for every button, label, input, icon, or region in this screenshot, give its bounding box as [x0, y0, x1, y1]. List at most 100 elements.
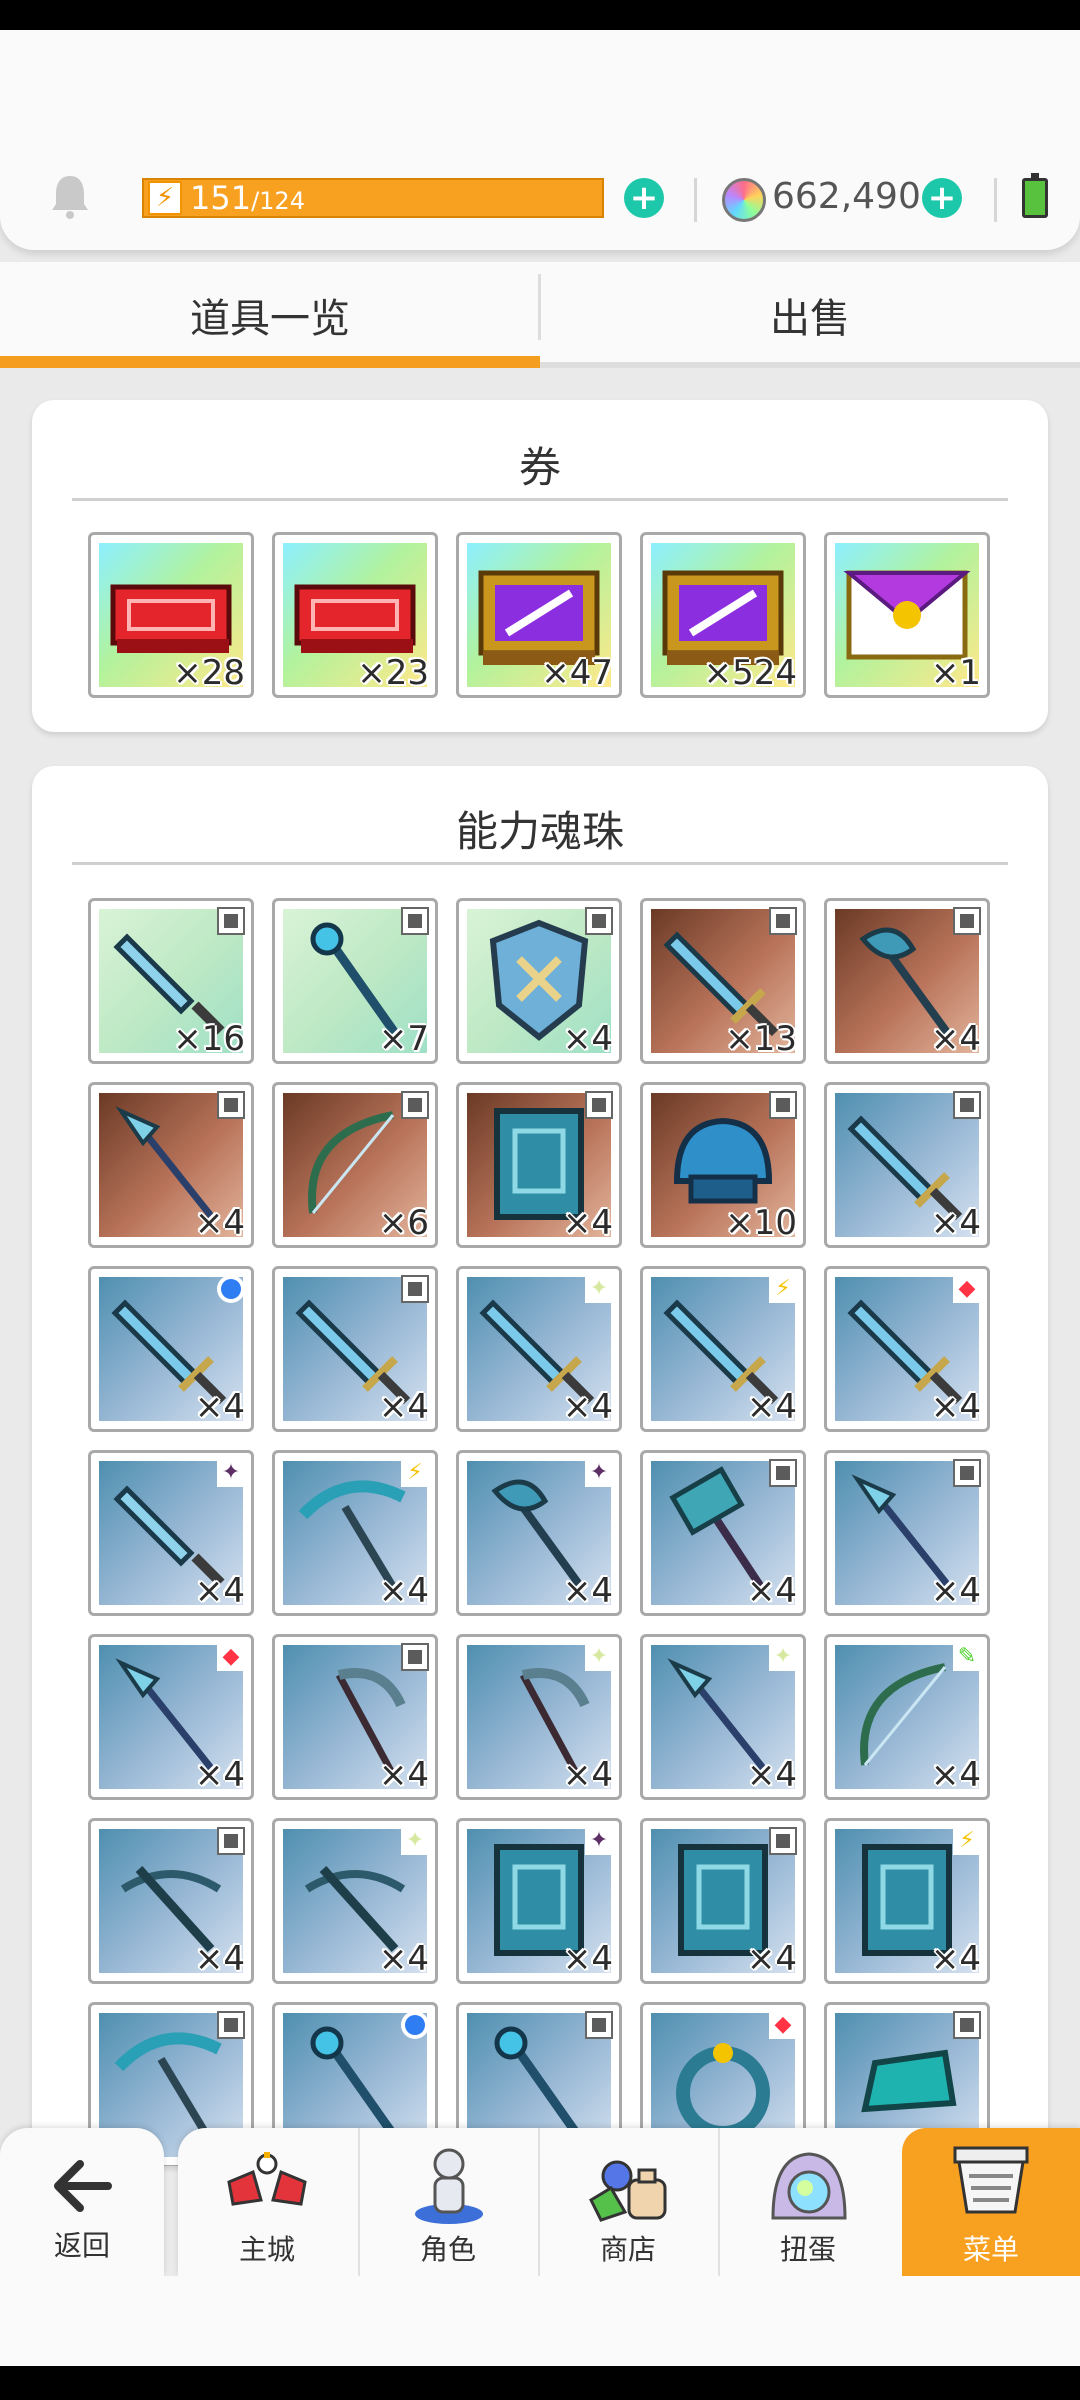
section-title: 券 — [518, 443, 561, 492]
bottom-navigation: 返回 主城 角色 商店 扭蛋 菜单 — [0, 2124, 1080, 2276]
nav-gacha-label: 扭蛋 — [779, 2233, 836, 2266]
item-slot[interactable]: ×4 — [272, 1634, 438, 1800]
tab-bar: 道具一览 出售 — [0, 262, 1080, 368]
divider — [994, 178, 997, 222]
item-slot[interactable]: ×4 — [88, 1266, 254, 1432]
item-slot[interactable]: ✦ ×4 — [456, 1266, 622, 1432]
item-slot[interactable]: ×47 — [456, 532, 622, 698]
item-slot[interactable]: ⚡ ×4 — [824, 1818, 990, 1984]
light-rank-icon: ✦ — [401, 1827, 429, 1855]
item-quantity: ×4 — [194, 1203, 245, 1243]
item-slot[interactable]: ✦ ×4 — [456, 1818, 622, 1984]
item-slot[interactable]: ×4 — [640, 1450, 806, 1616]
item-slot[interactable]: ×6 — [272, 1082, 438, 1248]
item-slot[interactable]: ×23 — [272, 532, 438, 698]
gray-rank-icon — [585, 2011, 613, 2039]
nav-town[interactable]: 主城 — [178, 2128, 356, 2276]
item-quantity: ×13 — [725, 1019, 797, 1059]
item-slot[interactable]: ×10 — [640, 1082, 806, 1248]
footer-bar — [0, 2276, 1080, 2366]
nav-character-label: 角色 — [419, 2233, 476, 2266]
gray-rank-icon — [401, 907, 429, 935]
gray-rank-icon — [217, 1091, 245, 1119]
back-button[interactable]: 返回 — [0, 2128, 164, 2276]
battery-icon — [1022, 173, 1048, 218]
light-rank-icon: ✦ — [585, 1275, 613, 1303]
item-slot[interactable]: ×28 — [88, 532, 254, 698]
gray-rank-icon — [953, 907, 981, 935]
tab-baseline — [540, 362, 1080, 368]
navigation-gesture-bar — [0, 2366, 1080, 2400]
yellow-rank-icon: ⚡ — [953, 1827, 981, 1855]
item-slot[interactable]: ×4 — [272, 1266, 438, 1432]
tab-items[interactable]: 道具一览 — [0, 262, 540, 368]
section-divider — [72, 498, 1008, 501]
gem-count: 662,490 — [772, 176, 921, 217]
add-stamina-button[interactable]: + — [624, 178, 664, 218]
item-quantity: ×4 — [378, 1387, 429, 1427]
item-quantity: ×4 — [378, 1755, 429, 1795]
item-slot[interactable]: ×7 — [272, 898, 438, 1064]
item-slot[interactable]: ×4 — [456, 1082, 622, 1248]
nav-menu[interactable]: 菜单 — [902, 2128, 1080, 2276]
lightning-icon: ⚡ — [148, 181, 182, 215]
item-slot[interactable]: ×4 — [640, 1818, 806, 1984]
item-quantity: ×4 — [562, 1939, 613, 1979]
menu-basket-icon — [953, 2146, 1029, 2214]
item-slot[interactable]: ×4 — [824, 898, 990, 1064]
item-quantity: ×4 — [930, 1939, 981, 1979]
item-quantity: ×4 — [930, 1203, 981, 1243]
nav-gacha[interactable]: 扭蛋 — [718, 2128, 896, 2276]
item-slot[interactable]: ⚡ ×4 — [640, 1266, 806, 1432]
item-quantity: ×524 — [703, 653, 797, 693]
item-quantity: ×7 — [378, 1019, 429, 1059]
gray-rank-icon — [401, 1643, 429, 1671]
item-slot[interactable]: ×4 — [824, 1082, 990, 1248]
item-quantity: ×6 — [378, 1203, 429, 1243]
item-slot[interactable]: ×13 — [640, 898, 806, 1064]
item-quantity: ×4 — [194, 1387, 245, 1427]
nav-menu-label: 菜单 — [962, 2233, 1019, 2266]
item-quantity: ×4 — [930, 1387, 981, 1427]
item-slot[interactable]: ✦ ×4 — [456, 1634, 622, 1800]
stamina-max: /124 — [251, 187, 305, 215]
item-slot[interactable]: ×4 — [88, 1818, 254, 1984]
item-slot[interactable]: ◆ ×4 — [824, 1266, 990, 1432]
dark-rank-icon: ✦ — [585, 1459, 613, 1487]
item-slot[interactable]: ⚡ ×4 — [272, 1450, 438, 1616]
top-bar: ⚡ 151 /124 + 662,490 + — [0, 30, 1080, 250]
item-quantity: ×4 — [194, 1939, 245, 1979]
item-slot[interactable]: ✎ ×4 — [824, 1634, 990, 1800]
green-rank-icon: ✎ — [953, 1643, 981, 1671]
item-slot[interactable]: ×4 — [456, 898, 622, 1064]
item-slot[interactable]: ×1 — [824, 532, 990, 698]
item-quantity: ×4 — [194, 1571, 245, 1611]
shop-bag-icon — [589, 2160, 667, 2222]
light-rank-icon: ✦ — [585, 1643, 613, 1671]
item-slot[interactable]: ✦ ×4 — [456, 1450, 622, 1616]
gacha-orb-icon — [771, 2152, 847, 2220]
item-slot[interactable]: ×4 — [824, 1450, 990, 1616]
item-slot[interactable]: ✦ ×4 — [272, 1818, 438, 1984]
item-quantity: ×4 — [562, 1019, 613, 1059]
item-slot[interactable]: ×524 — [640, 532, 806, 698]
item-quantity: ×4 — [930, 1755, 981, 1795]
item-quantity: ×4 — [746, 1939, 797, 1979]
gray-rank-icon — [769, 907, 797, 935]
item-slot[interactable]: ◆ ×4 — [88, 1634, 254, 1800]
dark-rank-icon: ✦ — [217, 1459, 245, 1487]
nav-character[interactable]: 角色 — [358, 2128, 536, 2276]
item-slot[interactable]: ✦ ×4 — [88, 1450, 254, 1616]
item-quantity: ×4 — [930, 1571, 981, 1611]
item-quantity: ×47 — [541, 653, 613, 693]
item-slot[interactable]: ✦ ×4 — [640, 1634, 806, 1800]
item-slot[interactable]: ×4 — [88, 1082, 254, 1248]
arrow-left-icon — [54, 2160, 112, 2212]
nav-shop[interactable]: 商店 — [538, 2128, 716, 2276]
bell-icon[interactable] — [48, 172, 92, 220]
tab-sell[interactable]: 出售 — [540, 262, 1080, 368]
item-slot[interactable]: ×16 — [88, 898, 254, 1064]
nav-shop-label: 商店 — [599, 2233, 656, 2266]
add-gems-button[interactable]: + — [922, 178, 962, 218]
light-rank-icon: ✦ — [769, 1643, 797, 1671]
